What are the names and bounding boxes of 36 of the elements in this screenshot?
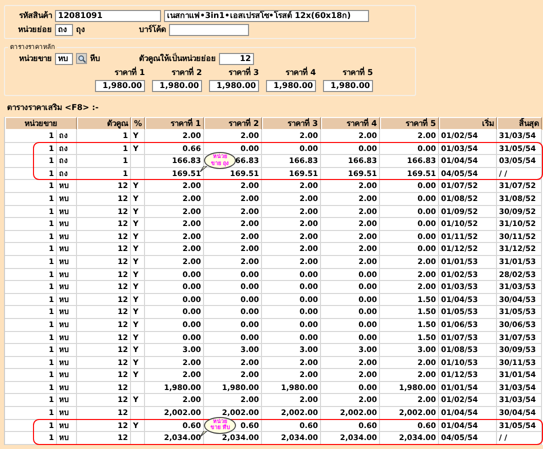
column-header[interactable]: % <box>131 117 145 130</box>
callout-tail <box>200 430 208 437</box>
price-field[interactable]: 1,980.00 <box>95 80 145 92</box>
column-header[interactable]: เริ่ม <box>439 117 497 130</box>
multiplier-field[interactable]: 12 <box>219 52 254 64</box>
column-header[interactable]: ราคาที่ 1 <box>145 117 204 130</box>
section-title: ตารางราคาเสริม <F8> :- <box>7 102 99 114</box>
column-header[interactable]: ราคาที่ 5 <box>380 117 439 130</box>
column-header[interactable]: ราคาที่ 3 <box>262 117 321 130</box>
column-header[interactable]: ตัวคูณ <box>77 117 131 130</box>
field-label: บาร์โค้ด <box>139 24 166 36</box>
price-label: ราคาที่ 1 <box>114 66 145 79</box>
sale-unit-name: หีบ <box>90 53 101 65</box>
callout-tail <box>200 166 208 172</box>
price-label: ราคาที่ 2 <box>172 66 202 79</box>
sale-unit-field[interactable]: หบ <box>55 52 73 64</box>
field-label: รหัสสินค้า <box>18 10 52 22</box>
column-header[interactable]: ราคาที่ 2 <box>204 117 262 130</box>
search-icon <box>78 54 86 62</box>
field-label: ตัวคูณให้เป็นหน่วยย่อย <box>139 52 216 65</box>
price-label: ราคาที่ 5 <box>342 66 373 79</box>
subunit-name: ถุง <box>76 24 86 36</box>
column-header[interactable]: ราคาที่ 4 <box>321 117 380 130</box>
price-field[interactable]: 1,980.00 <box>152 80 202 92</box>
price-label: ราคาที่ 4 <box>286 66 316 79</box>
price-field[interactable]: 1,980.00 <box>266 80 316 92</box>
price-field[interactable]: 1,980.00 <box>323 80 373 92</box>
subunit-code-field[interactable]: ถง <box>55 24 73 36</box>
search-button[interactable] <box>76 53 87 64</box>
price-label: ราคาที่ 3 <box>228 66 259 79</box>
column-header[interactable]: หน่วยขาย <box>5 117 77 130</box>
field-label: หน่วยขาย <box>18 53 52 65</box>
barcode-field[interactable] <box>169 24 249 36</box>
price-field[interactable]: 1,980.00 <box>209 80 259 92</box>
product-code-field[interactable]: 12081091 <box>55 10 161 22</box>
field-label: หน่วยย่อย <box>18 24 52 36</box>
